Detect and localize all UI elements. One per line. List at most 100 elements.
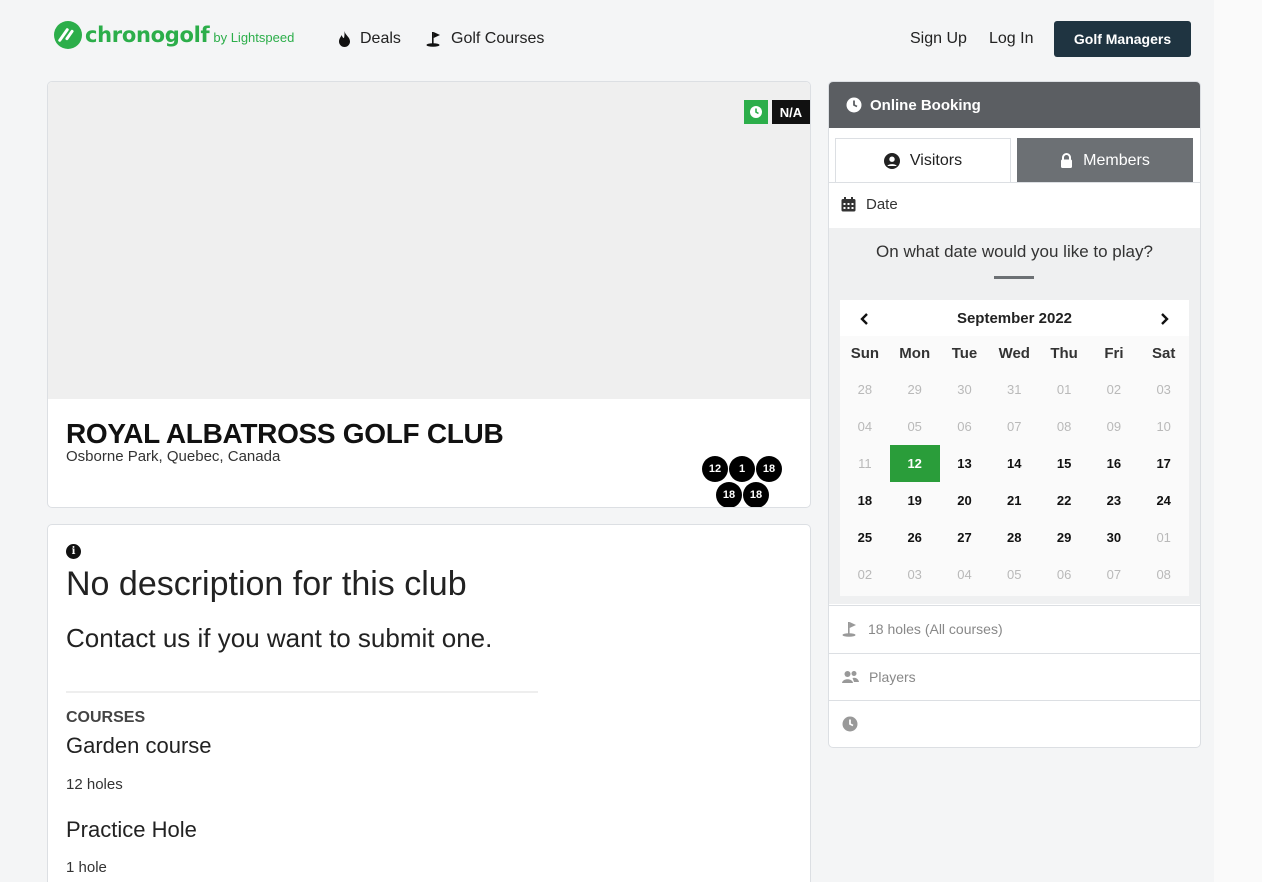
logo-icon	[54, 21, 82, 49]
course-name: Practice Hole	[66, 817, 197, 842]
nav-deals[interactable]: Deals	[338, 30, 401, 48]
divider	[66, 691, 538, 693]
question-underline	[994, 276, 1034, 279]
calendar-weekday-label: Sun	[850, 345, 880, 362]
calendar-weekday-label: Sat	[1152, 345, 1176, 362]
tab-visitors[interactable]: Visitors	[835, 138, 1011, 183]
calendar-day: 01	[1056, 382, 1072, 397]
golf-flag-icon	[426, 32, 440, 47]
hole-count-badge: 18	[756, 456, 782, 482]
calendar-icon	[841, 197, 856, 212]
calendar-day[interactable]: 18	[840, 482, 890, 519]
calendar-day: 11	[858, 456, 872, 471]
calendar-header: September 2022	[840, 300, 1189, 336]
calendar-day[interactable]: 25	[840, 519, 890, 556]
holes-selector[interactable]: 18 holes (All courses)	[829, 605, 1200, 652]
logo-wordmark: chronogolf	[85, 23, 210, 47]
calendar: September 2022 Sun Mon Tue Wed Thu Fri Sat 28 29…	[840, 300, 1189, 596]
calendar-day[interactable]: 29	[1039, 519, 1089, 556]
calendar-day[interactable]: 13	[940, 445, 990, 482]
top-navbar: chronogolf by Lightspeed Deals Golf Cour…	[0, 0, 1262, 80]
logo-byline: by Lightspeed	[213, 30, 295, 45]
users-icon	[842, 671, 859, 683]
date-section-label: Date	[841, 196, 898, 213]
page-margin	[1214, 0, 1262, 882]
log-in-link[interactable]: Log In	[989, 30, 1033, 48]
calendar-day[interactable]: 16	[1089, 445, 1139, 482]
calendar-day: 07	[1106, 567, 1122, 582]
lock-icon	[1061, 153, 1073, 168]
calendar-day[interactable]: 23	[1089, 482, 1139, 519]
calendar-day: 09	[1106, 419, 1122, 434]
flame-icon	[339, 31, 350, 47]
description-title: No description for this club	[66, 565, 467, 603]
date-picker-section: On what date would you like to play? Sep…	[829, 228, 1200, 604]
calendar-day[interactable]: 20	[940, 482, 990, 519]
calendar-day[interactable]: 14	[989, 445, 1039, 482]
calendar-day: 08	[1056, 419, 1072, 434]
calendar-day[interactable]: 21	[989, 482, 1039, 519]
holes-selector-label: 18 holes (All courses)	[868, 621, 1003, 637]
calendar-day: 28	[857, 382, 873, 397]
clock-badge	[744, 100, 768, 124]
calendar-day[interactable]: 22	[1039, 482, 1089, 519]
clock-icon	[750, 106, 762, 118]
calendar-day: 07	[1007, 419, 1022, 434]
calendar-day: 01	[1156, 530, 1171, 545]
calendar-day: 05	[1007, 567, 1022, 582]
tab-divider	[829, 182, 1200, 183]
hole-count-badge: 1	[729, 456, 755, 482]
club-name: ROYAL ALBATROSS GOLF CLUB	[66, 418, 504, 449]
description-subtitle: Contact us if you want to submit one.	[66, 623, 493, 653]
calendar-day: 31	[1007, 382, 1022, 397]
calendar-day: 02	[857, 567, 873, 582]
club-cover-image	[48, 82, 810, 399]
calendar-day: 06	[957, 419, 972, 434]
calendar-day: 05	[907, 419, 922, 434]
calendar-day: 02	[1106, 382, 1122, 397]
calendar-day: 04	[957, 567, 972, 582]
calendar-weekday-label: Mon	[899, 345, 931, 362]
booking-header: Online Booking	[829, 82, 1200, 128]
golf-managers-button[interactable]: Golf Managers	[1054, 21, 1191, 57]
tab-members[interactable]: Members	[1017, 138, 1193, 183]
online-booking-panel: Online Booking Visitors Members Date On …	[828, 81, 1201, 748]
user-circle-icon	[883, 153, 900, 169]
calendar-day: 29	[907, 382, 922, 397]
calendar-day: 08	[1156, 567, 1171, 582]
course-holes: 1 hole	[66, 859, 107, 876]
date-label: Date	[866, 196, 898, 213]
calendar-day: 10	[1156, 419, 1171, 434]
hole-count-badge: 12	[702, 456, 728, 482]
date-question: On what date would you like to play?	[876, 242, 1153, 261]
calendar-weekday-label: Fri	[1104, 345, 1124, 362]
players-selector[interactable]: Players	[829, 653, 1200, 700]
chronogolf-logo[interactable]: chronogolf by Lightspeed	[54, 21, 294, 49]
calendar-day[interactable]: 19	[890, 482, 940, 519]
calendar-day: 03	[1156, 382, 1171, 397]
nav-deals-label: Deals	[360, 30, 401, 47]
calendar-month-title: September 2022	[956, 310, 1073, 327]
tab-visitors-label: Visitors	[909, 152, 963, 169]
clock-icon	[846, 97, 862, 113]
calendar-day[interactable]: 27	[940, 519, 990, 556]
calendar-day[interactable]: 24	[1139, 482, 1189, 519]
time-selector[interactable]	[829, 700, 1200, 747]
clock-icon	[842, 716, 858, 732]
calendar-day-selected[interactable]: 12	[889, 445, 940, 482]
nav-golf-courses[interactable]: Golf Courses	[426, 30, 544, 48]
club-description-card: i No description for this club Contact u…	[47, 524, 811, 882]
calendar-day[interactable]: 30	[1089, 519, 1139, 556]
calendar-day: 03	[907, 567, 922, 582]
calendar-day[interactable]: 28	[989, 519, 1039, 556]
golf-flag-icon	[842, 622, 856, 637]
nav-golf-courses-label: Golf Courses	[451, 30, 545, 47]
calendar-day[interactable]: 15	[1039, 445, 1089, 482]
calendar-weekday-label: Wed	[998, 345, 1030, 362]
sign-up-link[interactable]: Sign Up	[910, 30, 967, 48]
hole-count-badge: 18	[716, 482, 742, 507]
calendar-day[interactable]: 17	[1139, 445, 1189, 482]
chevron-right-icon[interactable]	[1160, 312, 1169, 330]
calendar-day: 30	[957, 382, 972, 397]
calendar-day[interactable]: 26	[890, 519, 940, 556]
